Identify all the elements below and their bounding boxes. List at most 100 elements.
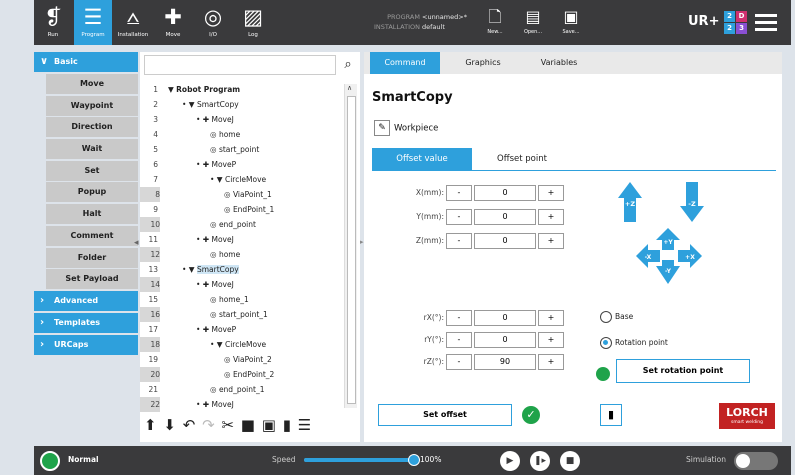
nav-io[interactable]: ◎ I/O bbox=[194, 0, 232, 45]
tree-row[interactable]: 7 • ▼ CircleMove bbox=[140, 172, 344, 187]
collapse-right-icon[interactable]: ▸ bbox=[360, 238, 364, 246]
node-waypoint[interactable]: Waypoint bbox=[46, 95, 138, 116]
value-field[interactable]: 90 bbox=[474, 354, 536, 370]
decrement-button[interactable]: - bbox=[446, 185, 472, 201]
suppress-icon[interactable]: ☰ bbox=[298, 416, 312, 434]
value-field[interactable]: 0 bbox=[474, 332, 536, 348]
scroll-up-icon[interactable]: ∧ bbox=[347, 84, 352, 92]
jog-plus-y-button[interactable]: +Y bbox=[656, 228, 680, 250]
redo-icon[interactable]: ↷ bbox=[202, 416, 216, 434]
tree-row[interactable]: 18 • ▼ CircleMove bbox=[140, 337, 344, 352]
nav-move[interactable]: ✚ Move bbox=[154, 0, 192, 45]
value-field[interactable]: 0 bbox=[474, 185, 536, 201]
tree-row[interactable]: 9 ◎ EndPoint_1 bbox=[140, 202, 344, 217]
value-field[interactable]: 0 bbox=[474, 310, 536, 326]
simulation-toggle[interactable] bbox=[734, 452, 778, 470]
collapse-left-icon[interactable]: ◂ bbox=[134, 238, 139, 248]
set-rotation-point-button[interactable]: Set rotation point bbox=[616, 359, 750, 383]
tree-row[interactable]: 3 • ✚ MoveJ bbox=[140, 112, 344, 127]
node-comment[interactable]: Comment bbox=[46, 225, 138, 246]
nav-installation[interactable]: ⩟ Installation bbox=[114, 0, 152, 45]
decrement-button[interactable]: - bbox=[446, 354, 472, 370]
node-move[interactable]: Move bbox=[46, 74, 138, 94]
delete-icon[interactable]: ▮ bbox=[283, 416, 292, 434]
stop-button[interactable]: ■ bbox=[560, 451, 580, 471]
speed-slider[interactable] bbox=[304, 454, 420, 466]
tree-row[interactable]: 19 ◎ ViaPoint_2 bbox=[140, 352, 344, 367]
increment-button[interactable]: + bbox=[538, 332, 564, 348]
node-folder[interactable]: Folder bbox=[46, 247, 138, 268]
jog-minus-z-button[interactable]: -Z bbox=[680, 182, 704, 222]
tree-scrollbar[interactable]: ∧ bbox=[344, 84, 357, 408]
tree-row[interactable]: 4 ◎ home bbox=[140, 127, 344, 142]
tree-row[interactable]: 22 • ✚ MoveJ bbox=[140, 397, 344, 412]
tree-row[interactable]: 13 • ▼ SmartCopy bbox=[140, 262, 344, 277]
jog-minus-x-button[interactable]: -X bbox=[636, 244, 660, 268]
tab-graphics[interactable]: Graphics bbox=[448, 52, 518, 74]
move-up-icon[interactable]: ⬆ bbox=[144, 416, 158, 434]
new-button[interactable]: 🗋 New... bbox=[480, 6, 510, 36]
tab-command[interactable]: Command bbox=[370, 52, 440, 74]
search-icon[interactable]: ⌕ bbox=[338, 55, 358, 75]
copy-icon[interactable]: ■ bbox=[241, 416, 256, 434]
open-button[interactable]: ▤ Open... bbox=[518, 6, 548, 36]
increment-button[interactable]: + bbox=[538, 209, 564, 225]
decrement-button[interactable]: - bbox=[446, 310, 472, 326]
tree-row[interactable]: 5 ◎ start_point bbox=[140, 142, 344, 157]
tree-row[interactable]: 12 ◎ home bbox=[140, 247, 344, 262]
nav-program[interactable]: ☰ Program bbox=[74, 0, 112, 45]
node-set[interactable]: Set bbox=[46, 160, 138, 181]
increment-button[interactable]: + bbox=[538, 233, 564, 249]
value-field[interactable]: 0 bbox=[474, 233, 536, 249]
jog-minus-y-button[interactable]: -Y bbox=[656, 260, 680, 284]
scroll-thumb[interactable] bbox=[347, 96, 356, 404]
section-urcaps[interactable]: › URCaps bbox=[34, 334, 138, 355]
tree-row[interactable]: 8 ◎ ViaPoint_1 bbox=[140, 187, 344, 202]
multi-view-icon[interactable]: 2 D 2 3 bbox=[724, 11, 748, 35]
tree-row[interactable]: 20 ◎ EndPoint_2 bbox=[140, 367, 344, 382]
node-halt[interactable]: Halt bbox=[46, 204, 138, 225]
search-input[interactable] bbox=[144, 55, 336, 75]
save-button[interactable]: ▣ Save... bbox=[556, 6, 586, 36]
cut-icon[interactable]: ✂ bbox=[221, 416, 235, 434]
tab-variables[interactable]: Variables bbox=[524, 52, 594, 74]
increment-button[interactable]: + bbox=[538, 354, 564, 370]
workpiece-toggle[interactable]: ✎ Workpiece bbox=[374, 120, 438, 137]
jog-plus-x-button[interactable]: +X bbox=[678, 244, 702, 268]
tree-row[interactable]: 21 ◎ end_point_1 bbox=[140, 382, 344, 397]
trash-icon[interactable]: ▮ bbox=[600, 404, 622, 426]
decrement-button[interactable]: - bbox=[446, 233, 472, 249]
decrement-button[interactable]: - bbox=[446, 209, 472, 225]
tree-row[interactable]: 10 ◎ end_point bbox=[140, 217, 344, 232]
tree-row[interactable]: 6 • ✚ MoveP bbox=[140, 157, 344, 172]
speed-handle[interactable] bbox=[408, 454, 420, 466]
decrement-button[interactable]: - bbox=[446, 332, 472, 348]
increment-button[interactable]: + bbox=[538, 185, 564, 201]
section-advanced[interactable]: › Advanced bbox=[34, 290, 138, 311]
increment-button[interactable]: + bbox=[538, 310, 564, 326]
tree-row[interactable]: 1 ▼ Robot Program bbox=[140, 82, 344, 97]
section-templates[interactable]: › Templates bbox=[34, 312, 138, 333]
section-basic[interactable]: ∨ Basic bbox=[34, 52, 138, 72]
radio-base[interactable]: Base bbox=[600, 310, 633, 324]
radio-rotation-point[interactable]: Rotation point bbox=[600, 336, 668, 350]
play-button[interactable]: ▶ bbox=[500, 451, 520, 471]
nav-log[interactable]: ▨ Log bbox=[234, 0, 272, 45]
jog-plus-z-button[interactable]: +Z bbox=[618, 182, 642, 222]
tree-row[interactable]: 2 • ▼ SmartCopy bbox=[140, 97, 344, 112]
node-popup[interactable]: Popup bbox=[46, 182, 138, 203]
hamburger-menu-icon[interactable] bbox=[755, 14, 777, 32]
undo-icon[interactable]: ↶ bbox=[183, 416, 197, 434]
tab-offset-point[interactable]: Offset point bbox=[476, 148, 568, 170]
step-button[interactable]: ❚▸ bbox=[530, 451, 550, 471]
node-direction[interactable]: Direction bbox=[46, 117, 138, 138]
tree-row[interactable]: 17 • ✚ MoveP bbox=[140, 322, 344, 337]
nav-run[interactable]: ❡ Run bbox=[34, 0, 72, 45]
paste-icon[interactable]: ▣ bbox=[262, 416, 277, 434]
node-set-payload[interactable]: Set Payload bbox=[46, 269, 138, 290]
ur-plus-icon[interactable]: UR+ bbox=[688, 12, 719, 32]
power-button[interactable] bbox=[40, 451, 60, 471]
value-field[interactable]: 0 bbox=[474, 209, 536, 225]
tree-row[interactable]: 11 • ✚ MoveJ bbox=[140, 232, 344, 247]
tree-row[interactable]: 16 ◎ start_point_1 bbox=[140, 307, 344, 322]
